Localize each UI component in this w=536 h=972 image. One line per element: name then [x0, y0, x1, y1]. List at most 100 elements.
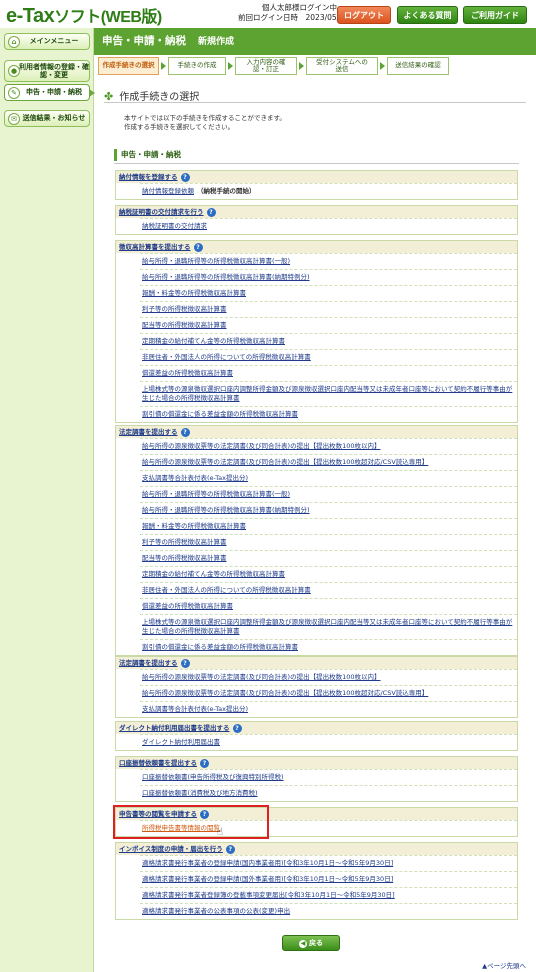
list-item[interactable]: 納税証明書の交付請求 — [140, 218, 517, 234]
help-icon[interactable]: ? — [232, 724, 242, 733]
category-title[interactable]: 口座振替依頼書を提出する? — [116, 757, 517, 769]
item-link[interactable]: 割引債の償還金に係る差益金額の所得税徴収高計算書 — [142, 410, 298, 418]
help-icon[interactable]: ? — [193, 243, 203, 252]
list-item[interactable]: 定期積金の給付補てん金等の所得税徴収高計算書 — [140, 333, 517, 349]
list-item[interactable]: 適格請求書発行事業者登録簿の登載事項変更届出[令和3年10月1日～令和5年9月3… — [140, 887, 517, 903]
item-link[interactable]: 給与所得の源泉徴収票等の法定調書(及び同合計表)の提出【提出枚数100枚超対応/… — [142, 458, 428, 466]
item-link[interactable]: 割引債の償還金に係る差益金額の所得税徴収高計算書 — [142, 643, 298, 651]
item-link[interactable]: 口座振替依頼書(消費税及び地方消費税) — [142, 789, 258, 797]
item-link[interactable]: 利子等の所得税徴収高計算書 — [142, 538, 227, 546]
list-item[interactable]: 配当等の所得税徴収高計算書 — [140, 550, 517, 566]
list-item[interactable]: 利子等の所得税徴収高計算書 — [140, 301, 517, 317]
item-link[interactable]: 適格請求書発行事業者の公表事項の公表(変更)申出 — [142, 907, 290, 915]
item-link[interactable]: 納付情報登録依頼 — [142, 187, 194, 195]
item-link[interactable]: 定期積金の給付補てん金等の所得税徴収高計算書 — [142, 570, 285, 578]
list-item[interactable]: 償還差益の所得税徴収高計算書 — [140, 598, 517, 614]
item-link[interactable]: 給与所得の源泉徴収票等の法定調書(及び同合計表)の提出【提出枚数100枚以内】 — [142, 673, 380, 681]
back-button[interactable]: ◀ 戻る — [282, 935, 340, 951]
list-item[interactable]: 口座振替依頼書(申告所得税及び復興特別所得税) — [140, 769, 517, 785]
list-item[interactable]: 給与所得の源泉徴収票等の法定調書(及び同合計表)の提出【提出枚数100枚以内】 — [140, 438, 517, 454]
list-item[interactable]: 給与所得の源泉徴収票等の法定調書(及び同合計表)の提出【提出枚数100枚超対応/… — [140, 685, 517, 701]
category-title[interactable]: 納付情報を登録する? — [116, 171, 517, 183]
category-title-text: インボイス制度の申請・届出を行う — [119, 845, 223, 853]
list-item[interactable]: 給与所得・退職所得等の所得税徴収高計算書(納期特例分) — [140, 502, 517, 518]
help-icon[interactable]: ? — [225, 845, 235, 854]
item-link[interactable]: 給与所得・退職所得等の所得税徴収高計算書(納期特例分) — [142, 273, 310, 281]
item-link[interactable]: 給与所得の源泉徴収票等の法定調書(及び同合計表)の提出【提出枚数100枚超対応/… — [142, 689, 428, 697]
list-item[interactable]: 支払調書等合計表付表(e-Tax提出分) — [140, 470, 517, 486]
list-item[interactable]: 口座振替依頼書(消費税及び地方消費税) — [140, 785, 517, 801]
list-item[interactable]: 支払調書等合計表付表(e-Tax提出分) — [140, 701, 517, 717]
list-item[interactable]: 割引債の償還金に係る差益金額の所得税徴収高計算書 — [140, 639, 517, 655]
list-item[interactable]: 定期積金の給付補てん金等の所得税徴収高計算書 — [140, 566, 517, 582]
item-link[interactable]: 支払調書等合計表付表(e-Tax提出分) — [142, 705, 248, 713]
page-top-link[interactable]: ▲ページ先頭へ — [482, 960, 526, 970]
list-item[interactable]: 給与所得の源泉徴収票等の法定調書(及び同合計表)の提出【提出枚数100枚超対応/… — [140, 454, 517, 470]
list-item[interactable]: 給与所得の源泉徴収票等の法定調書(及び同合計表)の提出【提出枚数100枚以内】 — [140, 669, 517, 685]
list-item[interactable]: 非居住者・外国法人の所得についての所得税徴収高計算書 — [140, 349, 517, 365]
category-title[interactable]: 徴収高計算書を提出する? — [116, 241, 517, 253]
help-icon[interactable]: ? — [180, 659, 190, 668]
item-link[interactable]: 給与所得・退職所得等の所得税徴収高計算書(一般) — [142, 257, 290, 265]
divider — [104, 102, 526, 103]
help-icon[interactable]: ? — [200, 759, 209, 768]
sidebar-item-user-info[interactable]: ● 利用者情報の登録・確認・変更 — [4, 60, 90, 82]
item-link[interactable]: 適格請求書発行事業者の登録申請(国内事業者用)[令和3年10月1日～令和5年9月… — [142, 859, 393, 867]
help-icon[interactable]: ? — [206, 208, 216, 217]
item-link[interactable]: 給与所得・退職所得等の所得税徴収高計算書(納期特例分) — [142, 506, 310, 514]
list-item[interactable]: 給与所得・退職所得等の所得税徴収高計算書(一般) — [140, 253, 517, 269]
list-item[interactable]: 適格請求書発行事業者の公表事項の公表(変更)申出 — [140, 903, 517, 919]
item-link[interactable]: 非居住者・外国法人の所得についての所得税徴収高計算書 — [142, 353, 311, 361]
logout-button[interactable]: ログアウト — [337, 6, 391, 24]
item-link[interactable]: 適格請求書発行事業者登録簿の登載事項変更届出[令和3年10月1日～令和5年9月3… — [142, 891, 395, 899]
faq-button[interactable]: よくある質問 — [397, 6, 458, 24]
category-title[interactable]: インボイス制度の申請・届出を行う? — [116, 843, 517, 855]
list-item[interactable]: 上場株式等の源泉徴収選択口座内調整所得金額及び源泉徴収選択口座内配当等又は未成年… — [140, 614, 517, 639]
etax-logo[interactable]: e-Taxソフト(WEB版) — [6, 3, 162, 28]
item-link[interactable]: 非居住者・外国法人の所得についての所得税徴収高計算書 — [142, 586, 311, 594]
item-link[interactable]: 納税証明書の交付請求 — [142, 222, 207, 230]
item-link[interactable]: 口座振替依頼書(申告所得税及び復興特別所得税) — [142, 773, 284, 781]
list-item[interactable]: 報酬・料金等の所得税徴収高計算書 — [140, 518, 517, 534]
item-link[interactable]: 適格請求書発行事業者の登録申請(国外事業者用)[令和3年10月1日～令和5年9月… — [142, 875, 393, 883]
item-link[interactable]: 配当等の所得税徴収高計算書 — [142, 554, 227, 562]
item-link[interactable]: 配当等の所得税徴収高計算書 — [142, 321, 227, 329]
list-item[interactable]: 利子等の所得税徴収高計算書 — [140, 534, 517, 550]
category-title[interactable]: 法定調書を提出する? — [116, 426, 517, 438]
list-item[interactable]: 割引債の償還金に係る差益金額の所得税徴収高計算書 — [140, 406, 517, 422]
list-item[interactable]: 給与所得・退職所得等の所得税徴収高計算書(納期特例分) — [140, 269, 517, 285]
item-link[interactable]: 報酬・料金等の所得税徴収高計算書 — [142, 522, 246, 530]
guide-button[interactable]: ご利用ガイド — [463, 6, 527, 24]
list-item[interactable]: 配当等の所得税徴収高計算書 — [140, 317, 517, 333]
sidebar-item-results[interactable]: ✉ 送信結果・お知らせ — [4, 110, 90, 127]
list-item[interactable]: 上場株式等の源泉徴収選択口座内調整所得金額及び源泉徴収選択口座内配当等又は未成年… — [140, 381, 517, 406]
sidebar-item-main-menu[interactable]: ⌂ メインメニュー — [4, 33, 90, 50]
item-link[interactable]: 利子等の所得税徴収高計算書 — [142, 305, 227, 313]
list-item[interactable]: 償還差益の所得税徴収高計算書 — [140, 365, 517, 381]
list-item[interactable]: ダイレクト納付利用届出書 — [140, 734, 517, 750]
list-item[interactable]: 報酬・料金等の所得税徴収高計算書 — [140, 285, 517, 301]
list-item[interactable]: 適格請求書発行事業者の登録申請(国外事業者用)[令和3年10月1日～令和5年9月… — [140, 871, 517, 887]
list-item[interactable]: 納付情報登録依頼 （納税手続の開始） — [140, 183, 517, 199]
item-link[interactable]: 償還差益の所得税徴収高計算書 — [142, 369, 233, 377]
list-item[interactable]: 給与所得・退職所得等の所得税徴収高計算書(一般) — [140, 486, 517, 502]
highlight-box — [113, 805, 269, 839]
category-title[interactable]: ダイレクト納付利用届出書を提出する? — [116, 722, 517, 734]
item-link[interactable]: 報酬・料金等の所得税徴収高計算書 — [142, 289, 246, 297]
sidebar-item-filing[interactable]: ✎ 申告・申請・納税 — [4, 84, 95, 101]
item-link[interactable]: 定期積金の給付補てん金等の所得税徴収高計算書 — [142, 337, 285, 345]
category-title[interactable]: 法定調書を提出する? — [116, 657, 517, 669]
sidebar-item-label: 送信結果・お知らせ — [22, 114, 86, 123]
item-link[interactable]: 支払調書等合計表付表(e-Tax提出分) — [142, 474, 248, 482]
item-link[interactable]: 償還差益の所得税徴収高計算書 — [142, 602, 233, 610]
item-link[interactable]: 給与所得の源泉徴収票等の法定調書(及び同合計表)の提出【提出枚数100枚以内】 — [142, 442, 380, 450]
item-link[interactable]: 上場株式等の源泉徴収選択口座内調整所得金額及び源泉徴収選択口座内配当等又は未成年… — [142, 618, 512, 635]
help-icon[interactable]: ? — [180, 173, 190, 182]
list-item[interactable]: 非居住者・外国法人の所得についての所得税徴収高計算書 — [140, 582, 517, 598]
list-item[interactable]: 適格請求書発行事業者の登録申請(国内事業者用)[令和3年10月1日～令和5年9月… — [140, 855, 517, 871]
item-link[interactable]: 給与所得・退職所得等の所得税徴収高計算書(一般) — [142, 490, 290, 498]
help-icon[interactable]: ? — [180, 428, 190, 437]
category-title[interactable]: 納税証明書の交付請求を行う? — [116, 206, 517, 218]
item-link[interactable]: 上場株式等の源泉徴収選択口座内調整所得金額及び源泉徴収選択口座内配当等又は未成年… — [142, 385, 512, 402]
item-link[interactable]: ダイレクト納付利用届出書 — [142, 738, 220, 746]
